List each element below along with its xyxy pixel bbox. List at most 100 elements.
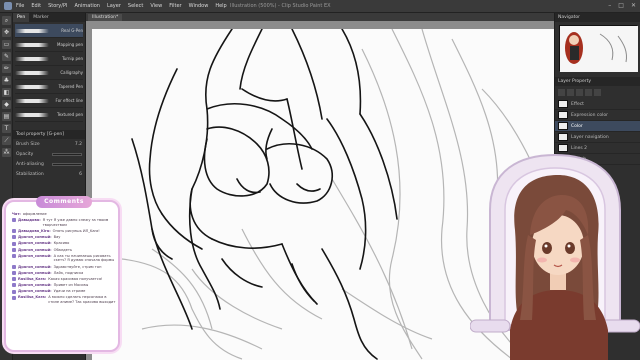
- brush-item[interactable]: For effect line: [15, 94, 83, 108]
- chat-text: Удачи на стриме: [53, 289, 86, 294]
- chat-message: Драгон_сонный: Красиво: [12, 241, 118, 246]
- menu-window[interactable]: Window: [189, 3, 209, 9]
- menu-filter[interactable]: Filter: [169, 3, 181, 9]
- window-title: Illustration (500%) - Clip Studio Paint …: [230, 3, 331, 9]
- layer-name: Effect: [571, 101, 584, 107]
- chat-message: Драгон_сонный: Удачи на стриме: [12, 289, 118, 294]
- brush-list: Real G-Pen Mapping pen Turnip pen Callig…: [13, 22, 85, 124]
- chat-message: Давыдова: Я тут Я уже давно слежу за твои…: [12, 218, 118, 227]
- brush-name: Calligraphy: [60, 70, 83, 75]
- chat-text: Какая красивая получается!: [48, 276, 103, 281]
- chat-text: Обалдеть: [53, 247, 73, 252]
- chat-message: Драгон_сонный: Лайк, подписка: [12, 271, 118, 276]
- chat-message: Драгон_сонный: Привет из Москвы: [12, 283, 118, 288]
- menu-layer[interactable]: Layer: [107, 3, 121, 9]
- layer-thumbnail: [558, 100, 568, 108]
- prop-label: Brush Size: [16, 141, 40, 147]
- brush-tool-icon[interactable]: ♣: [2, 76, 11, 85]
- new-layer-icon[interactable]: [558, 89, 565, 96]
- pencil-tool-icon[interactable]: ✏: [2, 64, 11, 73]
- canvas-tab-bar: Illustration*: [86, 13, 554, 21]
- zoom-tool-icon[interactable]: ⌕: [2, 16, 11, 25]
- user-badge-icon: [12, 247, 16, 252]
- chat-overlay: Comments Чат: оформление Давыдова: Я тут Я…: [4, 196, 120, 352]
- prop-anti-aliasing[interactable]: Anti-aliasing: [13, 159, 85, 169]
- brush-name: Mapping pen: [57, 42, 83, 47]
- brush-item[interactable]: Tapered Pen: [15, 80, 83, 94]
- chat-text: Лайк, подписка: [53, 270, 84, 275]
- menu-edit[interactable]: Edit: [31, 3, 41, 9]
- brush-name: Textured pen: [57, 112, 83, 117]
- brush-stroke-preview: [15, 42, 49, 47]
- sub-tool-tabs: Pen Marker: [13, 13, 85, 22]
- brush-stroke-preview: [15, 70, 49, 75]
- chat-text: оформление: [22, 212, 47, 216]
- opacity-slider[interactable]: [52, 152, 82, 156]
- select-tool-icon[interactable]: ▭: [2, 40, 11, 49]
- layer-item[interactable]: Color: [555, 121, 640, 132]
- chat-text: А можно сделать персонажа в стиле аниме?…: [48, 295, 116, 305]
- vtuber-avatar: [470, 153, 640, 360]
- eyedropper-tool-icon[interactable]: ⁂: [2, 148, 11, 157]
- brush-item[interactable]: Real G-Pen: [15, 24, 83, 38]
- prop-opacity[interactable]: Opacity: [13, 149, 85, 159]
- menu-select[interactable]: Select: [128, 3, 143, 9]
- chat-username: Давыдова:: [18, 218, 41, 223]
- close-icon[interactable]: ✕: [631, 2, 636, 9]
- ink-lines: [131, 29, 398, 360]
- anti-aliasing-slider[interactable]: [52, 162, 82, 166]
- mask-icon[interactable]: [585, 89, 592, 96]
- maximize-icon[interactable]: □: [618, 2, 624, 9]
- fill-tool-icon[interactable]: ◆: [2, 100, 11, 109]
- tab-marker[interactable]: Marker: [29, 13, 53, 22]
- chat-username: Rasilisa_Kara:: [18, 295, 47, 300]
- user-badge-icon: [12, 235, 16, 240]
- tool-property-title: Tool property [G-pen]: [13, 130, 85, 139]
- chat-message: Чат: оформление: [12, 212, 118, 217]
- chat-message: Драгон_сонный: Обалдеть: [12, 248, 118, 253]
- chat-message: Драгон_сонный: Вау: [12, 235, 118, 240]
- ruler-tool-icon[interactable]: ⟋: [2, 136, 11, 145]
- canvas-tab[interactable]: Illustration*: [88, 14, 123, 21]
- chat-text: Здравствуйте, стрим топ: [53, 264, 102, 269]
- chat-username: Драгон_сонный:: [18, 247, 52, 252]
- text-tool-icon[interactable]: T: [2, 124, 11, 133]
- brush-item[interactable]: Calligraphy: [15, 66, 83, 80]
- pen-tool-icon[interactable]: ✎: [2, 52, 11, 61]
- navigator-title: Navigator: [555, 13, 640, 22]
- layer-panel-title: Layer Property: [555, 77, 640, 86]
- layer-item[interactable]: Effect: [555, 99, 640, 110]
- brush-stroke-preview: [15, 56, 49, 61]
- layer-name: Color: [571, 123, 583, 129]
- brush-name: Tapered Pen: [58, 84, 83, 89]
- navigator-preview[interactable]: [559, 25, 638, 72]
- app-icon: [4, 2, 12, 10]
- layer-item[interactable]: Expression color: [555, 110, 640, 121]
- move-tool-icon[interactable]: ✥: [2, 28, 11, 37]
- chat-text: А как ты начинаешь рисовать скетч? Я дум…: [53, 253, 115, 263]
- copy-layer-icon[interactable]: [576, 89, 583, 96]
- new-folder-icon[interactable]: [567, 89, 574, 96]
- prop-brush-size[interactable]: Brush Size 7.2: [13, 139, 85, 149]
- layer-item[interactable]: Layer navigation: [555, 132, 640, 143]
- eraser-tool-icon[interactable]: ◧: [2, 88, 11, 97]
- brush-item[interactable]: Textured pen: [15, 108, 83, 122]
- delete-layer-icon[interactable]: [594, 89, 601, 96]
- window-controls: – □ ✕: [608, 2, 636, 9]
- prop-label: Stabilization: [16, 171, 44, 177]
- menu-help[interactable]: Help: [215, 3, 226, 9]
- menu-story[interactable]: Story/PI: [48, 3, 67, 9]
- layer-name: Layer navigation: [571, 134, 609, 140]
- minimize-icon[interactable]: –: [608, 2, 611, 9]
- menu-animation[interactable]: Animation: [74, 3, 100, 9]
- tab-pen[interactable]: Pen: [13, 13, 30, 22]
- prop-stabilization[interactable]: Stabilization 6: [13, 169, 85, 179]
- brush-item[interactable]: Turnip pen: [15, 52, 83, 66]
- brush-stroke-preview: [15, 112, 49, 117]
- menu-file[interactable]: File: [16, 3, 24, 9]
- gradient-tool-icon[interactable]: ▤: [2, 112, 11, 121]
- menu-view[interactable]: View: [150, 3, 162, 9]
- brush-item[interactable]: Mapping pen: [15, 38, 83, 52]
- chat-username: Rasilisa_Kara:: [18, 276, 47, 281]
- layer-thumbnail: [558, 111, 568, 119]
